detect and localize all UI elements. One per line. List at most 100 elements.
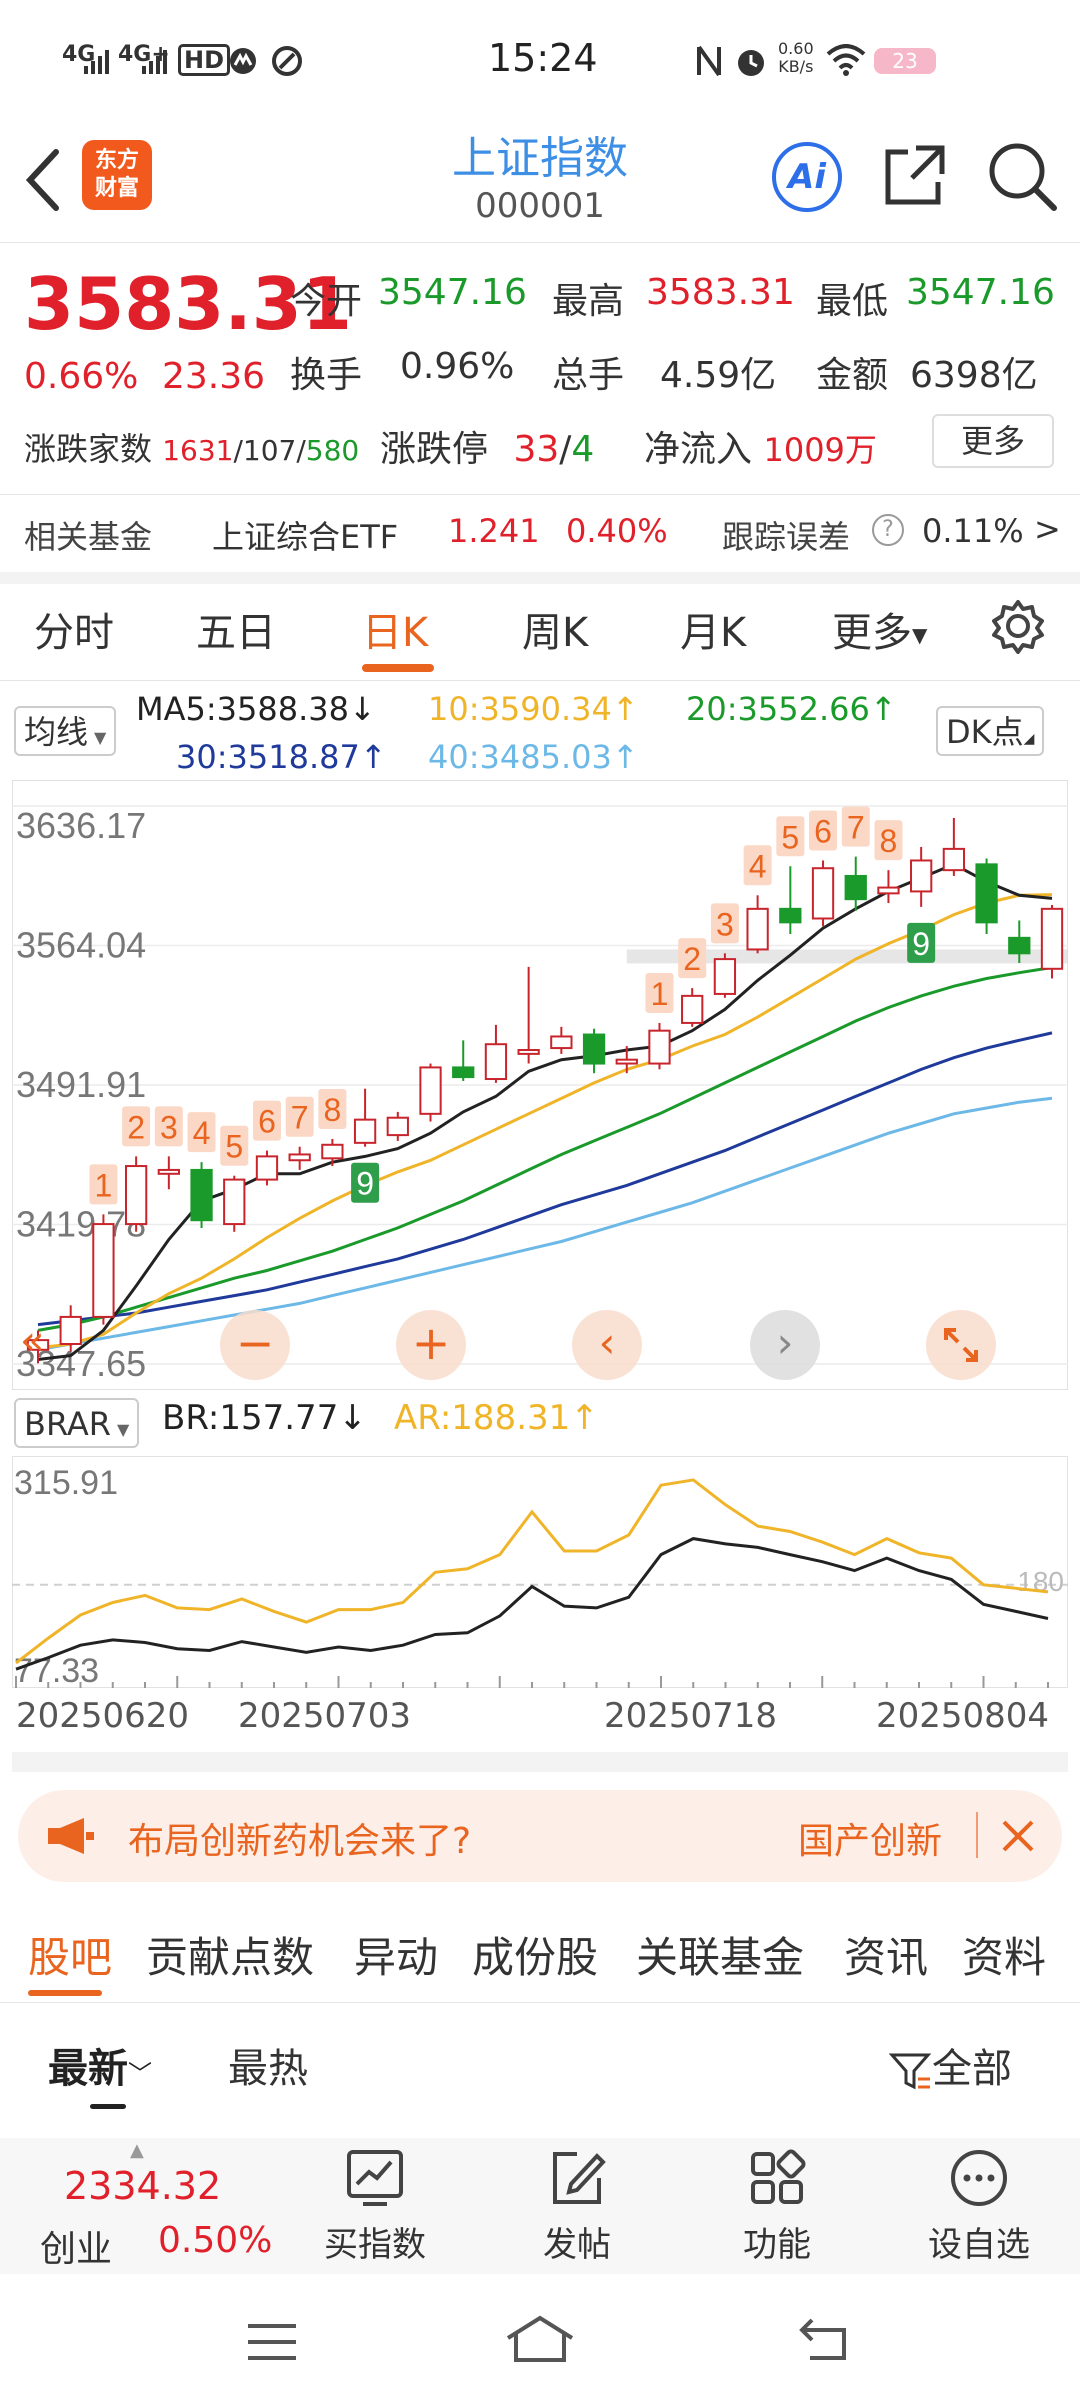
kline-chart[interactable]: 3636.173564.043491.913419.783347.6512 3 4 5…: [12, 780, 1068, 1390]
alarm-icon: [738, 50, 764, 76]
related-fund-label: 相关基金: [24, 518, 153, 556]
tab-monthly-k[interactable]: 月K: [680, 600, 746, 658]
add-watchlist-button[interactable]: 设自选: [904, 2148, 1054, 2266]
tab-intraday[interactable]: 分时: [34, 600, 114, 658]
decline-count: 580: [305, 434, 360, 467]
td-label-text: 7: [847, 810, 865, 846]
expand-icon: [944, 1328, 978, 1362]
ma-selector-label: 均线: [24, 713, 89, 751]
filter-label: 全部: [932, 2046, 1012, 2092]
wifi-icon: [826, 44, 866, 76]
pan-left-button[interactable]: ‹: [572, 1310, 642, 1380]
zoom-out-button[interactable]: −: [220, 1310, 290, 1380]
limit-label: 涨跌停: [380, 429, 489, 470]
buy-index-label: 买指数: [324, 2225, 426, 2265]
tab-profile[interactable]: 资料: [962, 1924, 1046, 1985]
menu-icon[interactable]: [244, 2320, 300, 2364]
arrow-up-icon: ↑: [611, 738, 639, 776]
candle-body: [517, 1049, 540, 1055]
megaphone-icon: [48, 1818, 94, 1854]
ma30-value: 30:3518.87↑: [176, 738, 387, 776]
related-fund-row[interactable]: 相关基金 上证综合ETF 1.241 0.40% 跟踪误差 ? 0.11% >: [0, 494, 1080, 572]
candle-body: [386, 1116, 409, 1137]
tab-anomaly[interactable]: 异动: [354, 1924, 438, 1985]
td-label-text: 3: [716, 906, 734, 942]
chinext-index-value[interactable]: 2334.32: [64, 2164, 221, 2208]
tab-weekly-k[interactable]: 周K: [522, 600, 588, 658]
help-icon[interactable]: ?: [872, 514, 904, 546]
td-label-text: 5: [781, 819, 799, 855]
promo-banner[interactable]: 布局创新药机会来了? 国产创新: [18, 1790, 1062, 1882]
td-label-text: 5: [225, 1129, 243, 1165]
dk-point-button[interactable]: DK点◢: [936, 706, 1045, 756]
brar-frame: [12, 1456, 1068, 1688]
home-icon[interactable]: [504, 2314, 576, 2364]
volume-label: 总手: [552, 355, 625, 396]
bottom-toolbar: ▲ 2334.32 创业 0.50% 买指数 发帖 功能 设自选: [0, 2138, 1080, 2274]
back-nav-icon[interactable]: [796, 2314, 852, 2364]
settings-gear-icon[interactable]: [990, 598, 1046, 654]
post-label: 发帖: [543, 2225, 611, 2265]
indicator-selector[interactable]: BRAR ▼: [14, 1398, 140, 1448]
functions-button[interactable]: 功能: [702, 2148, 852, 2266]
fullscreen-button[interactable]: [926, 1310, 996, 1380]
candle-body: [452, 1066, 475, 1079]
tab-contribution[interactable]: 贡献点数: [146, 1924, 314, 1985]
status-bar: 4G 4G+ HD 15:24 0.60 KB/s 23: [0, 0, 1080, 120]
ma10-value: 10:3590.34↑: [428, 690, 639, 728]
td-label-text: 1: [95, 1167, 113, 1203]
td-label-text: 9: [356, 1166, 374, 1202]
zoom-in-button[interactable]: +: [396, 1310, 466, 1380]
buy-index-button[interactable]: 买指数: [300, 2148, 450, 2266]
filter-button[interactable]: 全部: [888, 2036, 1012, 2094]
chinext-index-name[interactable]: 创业: [40, 2220, 112, 2272]
brar-chart[interactable]: 180315.9177.33: [12, 1456, 1068, 1688]
sync-icon: [272, 46, 302, 76]
search-icon[interactable]: [986, 140, 1058, 212]
chinext-index-percent[interactable]: 0.50%: [158, 2220, 272, 2261]
sort-hot[interactable]: 最热: [228, 2036, 308, 2094]
ma10-text: 10:3590.34: [428, 690, 612, 728]
pan-right-button[interactable]: ›: [750, 1310, 820, 1380]
chart-trend-icon: [347, 2150, 403, 2206]
candle-body: [288, 1153, 311, 1162]
open-value: 3547.16: [378, 272, 527, 313]
tab-daily-k[interactable]: 日K: [362, 600, 428, 658]
candle-body: [59, 1315, 82, 1345]
tab-news[interactable]: 资讯: [844, 1924, 928, 1985]
functions-label: 功能: [743, 2225, 811, 2265]
more-quote-button[interactable]: 更多: [932, 414, 1054, 468]
candle-body: [124, 1165, 148, 1226]
post-button[interactable]: 发帖: [502, 2148, 652, 2266]
corner-triangle-icon: ◢: [1023, 731, 1035, 747]
app-notification-icon: [230, 48, 256, 74]
tab-linked-funds[interactable]: 关联基金: [636, 1924, 804, 1985]
candle-body: [844, 874, 867, 901]
ma-selector[interactable]: 均线 ▼: [14, 706, 117, 756]
filter-icon: [888, 2053, 932, 2090]
tab-more-label: 更多: [832, 610, 912, 656]
td-label-text: 4: [749, 848, 767, 884]
scroll-left-icon[interactable]: «: [20, 1318, 44, 1364]
tab-five-day[interactable]: 五日: [196, 600, 276, 658]
candle-body: [681, 994, 704, 1024]
system-nav-bar: [0, 2274, 1080, 2400]
caret-down-icon: ▼: [117, 1420, 130, 1439]
candle-body: [419, 1066, 442, 1115]
ar-value: AR:188.31↑: [394, 1398, 599, 1438]
fund-name: 上证综合ETF: [212, 518, 399, 556]
share-icon[interactable]: [882, 142, 948, 208]
promo-divider: [976, 1812, 978, 1858]
td-label-text: 8: [880, 823, 898, 859]
td-label-text: 2: [127, 1109, 145, 1145]
x-label-3: 20250718: [604, 1696, 778, 1736]
caret-down-icon: ▼: [912, 623, 928, 647]
sort-latest[interactable]: 最新﹀: [48, 2036, 152, 2094]
br-text: BR:157.77: [162, 1398, 339, 1438]
ai-assistant-button[interactable]: Ai: [772, 142, 842, 212]
x-label-2: 20250703: [238, 1696, 412, 1736]
tab-forum[interactable]: 股吧: [28, 1924, 112, 1985]
close-icon[interactable]: [1000, 1818, 1036, 1854]
tab-more[interactable]: 更多▼: [832, 600, 927, 658]
tab-constituents[interactable]: 成份股: [472, 1924, 598, 1985]
